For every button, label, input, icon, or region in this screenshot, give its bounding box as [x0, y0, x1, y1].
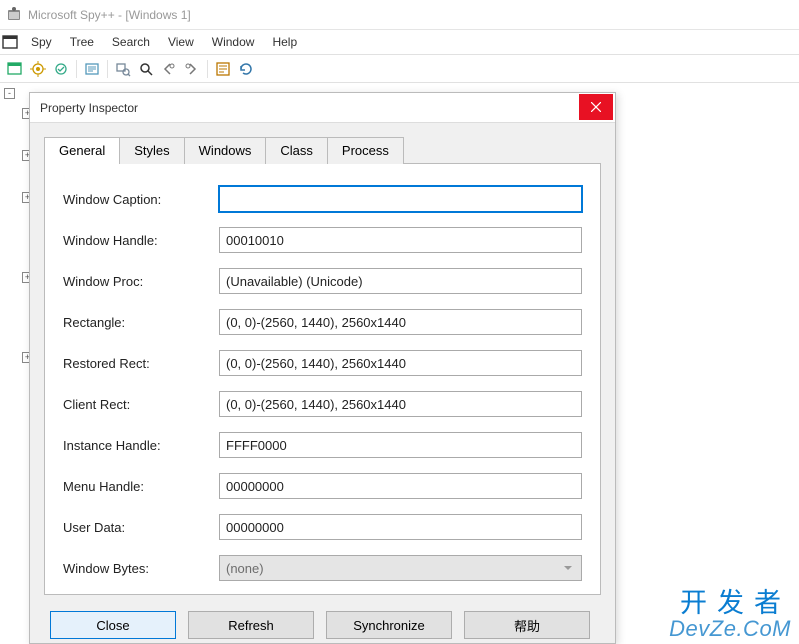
app-titlebar: Microsoft Spy++ - [Windows 1] — [0, 0, 799, 30]
dialog-title: Property Inspector — [40, 101, 579, 115]
toolbar-log-messages-icon[interactable] — [81, 58, 103, 80]
input-instance-handle[interactable] — [219, 432, 582, 458]
refresh-button[interactable]: Refresh — [188, 611, 314, 639]
input-user-data[interactable] — [219, 514, 582, 540]
tree-collapse-icon[interactable]: - — [4, 88, 15, 99]
toolbar-next-icon[interactable] — [181, 58, 203, 80]
mdi-child-icon[interactable] — [2, 34, 18, 50]
select-window-bytes-value: (none) — [226, 561, 264, 576]
toolbar-windows-icon[interactable] — [4, 58, 26, 80]
tab-process[interactable]: Process — [327, 137, 404, 164]
toolbar-processes-icon[interactable] — [27, 58, 49, 80]
toolbar-separator — [107, 60, 108, 78]
input-rectangle[interactable] — [219, 309, 582, 335]
input-menu-handle[interactable] — [219, 473, 582, 499]
toolbar-threads-icon[interactable] — [50, 58, 72, 80]
label-window-handle: Window Handle: — [63, 233, 219, 248]
toolbar-find-icon[interactable] — [135, 58, 157, 80]
app-title: Microsoft Spy++ - [Windows 1] — [28, 8, 191, 22]
app-icon — [6, 7, 22, 23]
menu-tree[interactable]: Tree — [61, 33, 103, 51]
toolbar-prev-icon[interactable] — [158, 58, 180, 80]
label-window-proc: Window Proc: — [63, 274, 219, 289]
tab-general[interactable]: General — [44, 137, 120, 164]
close-button[interactable]: Close — [50, 611, 176, 639]
label-client-rect: Client Rect: — [63, 397, 219, 412]
toolbar-find-window-icon[interactable] — [112, 58, 134, 80]
toolbar-refresh-icon[interactable] — [235, 58, 257, 80]
dialog-titlebar[interactable]: Property Inspector — [30, 93, 615, 123]
menu-help[interactable]: Help — [263, 33, 306, 51]
input-restored-rect[interactable] — [219, 350, 582, 376]
select-window-bytes[interactable]: (none) — [219, 555, 582, 581]
toolbar-properties-icon[interactable] — [212, 58, 234, 80]
watermark-cn: 开发者 — [669, 581, 791, 620]
toolbar-separator — [207, 60, 208, 78]
label-rectangle: Rectangle: — [63, 315, 219, 330]
menu-window[interactable]: Window — [203, 33, 264, 51]
toolbar — [0, 55, 799, 83]
menu-view[interactable]: View — [159, 33, 203, 51]
tab-strip: General Styles Windows Class Process — [44, 137, 601, 164]
tab-class[interactable]: Class — [265, 137, 328, 164]
label-window-caption: Window Caption: — [63, 192, 219, 207]
tab-windows[interactable]: Windows — [184, 137, 267, 164]
menu-search[interactable]: Search — [103, 33, 159, 51]
input-client-rect[interactable] — [219, 391, 582, 417]
watermark: 开发者 DevZe.CoM — [669, 581, 791, 642]
help-button[interactable]: 帮助 — [464, 611, 590, 639]
input-window-handle[interactable] — [219, 227, 582, 253]
dialog-button-row: Close Refresh Synchronize 帮助 — [30, 595, 615, 639]
label-restored-rect: Restored Rect: — [63, 356, 219, 371]
toolbar-separator — [76, 60, 77, 78]
watermark-en: DevZe.CoM — [669, 616, 791, 642]
synchronize-button[interactable]: Synchronize — [326, 611, 452, 639]
tab-panel-general: Window Caption: Window Handle: Window Pr… — [44, 163, 601, 595]
label-menu-handle: Menu Handle: — [63, 479, 219, 494]
close-icon[interactable] — [579, 94, 613, 120]
label-user-data: User Data: — [63, 520, 219, 535]
menu-spy[interactable]: Spy — [22, 33, 61, 51]
input-window-caption[interactable] — [219, 186, 582, 212]
menubar: Spy Tree Search View Window Help — [0, 30, 799, 54]
label-instance-handle: Instance Handle: — [63, 438, 219, 453]
tab-styles[interactable]: Styles — [119, 137, 184, 164]
property-inspector-dialog: Property Inspector General Styles Window… — [29, 92, 616, 644]
input-window-proc[interactable] — [219, 268, 582, 294]
label-window-bytes: Window Bytes: — [63, 561, 219, 576]
